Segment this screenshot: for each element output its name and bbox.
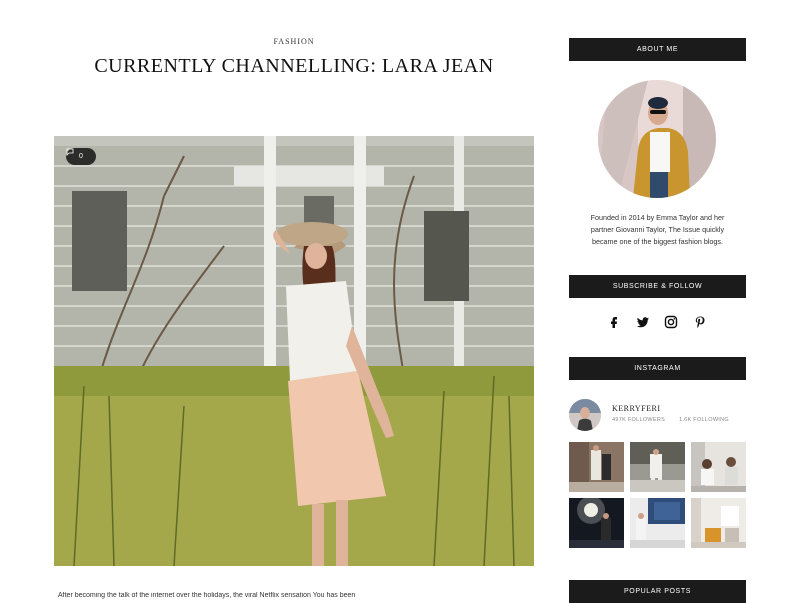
about-me-photo — [598, 80, 716, 198]
pinterest-icon[interactable] — [693, 315, 707, 329]
instagram-photo[interactable] — [691, 442, 746, 492]
instagram-following: 1.6K FOLLOWING — [678, 417, 729, 423]
instagram-followers: 497K FOLLOWERS — [612, 417, 666, 423]
featured-image[interactable]: 0 — [54, 136, 534, 566]
twitter-icon[interactable] — [636, 315, 650, 329]
about-me-text: Founded in 2014 by Emma Taylor and her p… — [590, 213, 725, 246]
comment-count: 0 — [79, 153, 83, 160]
featured-image-art — [54, 136, 534, 566]
comment-icon — [66, 148, 74, 156]
instagram-photo[interactable] — [630, 442, 685, 492]
instagram-photo[interactable] — [691, 498, 746, 548]
about-me-photo-art — [598, 80, 716, 198]
facebook-icon[interactable] — [607, 315, 621, 329]
instagram-photo[interactable] — [569, 442, 624, 492]
comment-count-badge[interactable]: 0 — [66, 148, 96, 165]
post-title[interactable]: CURRENTLY CHANNELLING: LARA JEAN — [94, 52, 494, 80]
instagram-photo[interactable] — [569, 498, 624, 548]
instagram-stats: 497K FOLLOWERS 1.6K FOLLOWING — [612, 417, 741, 423]
social-links — [607, 314, 707, 330]
post-category-link[interactable]: FASHION — [54, 37, 534, 46]
instagram-heading: INSTAGRAM — [569, 357, 746, 380]
post-excerpt: After becoming the talk of the internet … — [58, 592, 356, 599]
subscribe-heading: SUBSCRIBE & FOLLOW — [569, 275, 746, 298]
instagram-icon[interactable] — [664, 315, 678, 329]
instagram-avatar — [569, 399, 601, 431]
instagram-profile[interactable]: KERRYFERI 497K FOLLOWERS 1.6K FOLLOWING — [569, 397, 746, 431]
instagram-photo[interactable] — [630, 498, 685, 548]
about-me-heading: ABOUT ME — [569, 38, 746, 61]
instagram-grid — [569, 442, 746, 548]
instagram-username: KERRYFERI — [612, 404, 661, 413]
